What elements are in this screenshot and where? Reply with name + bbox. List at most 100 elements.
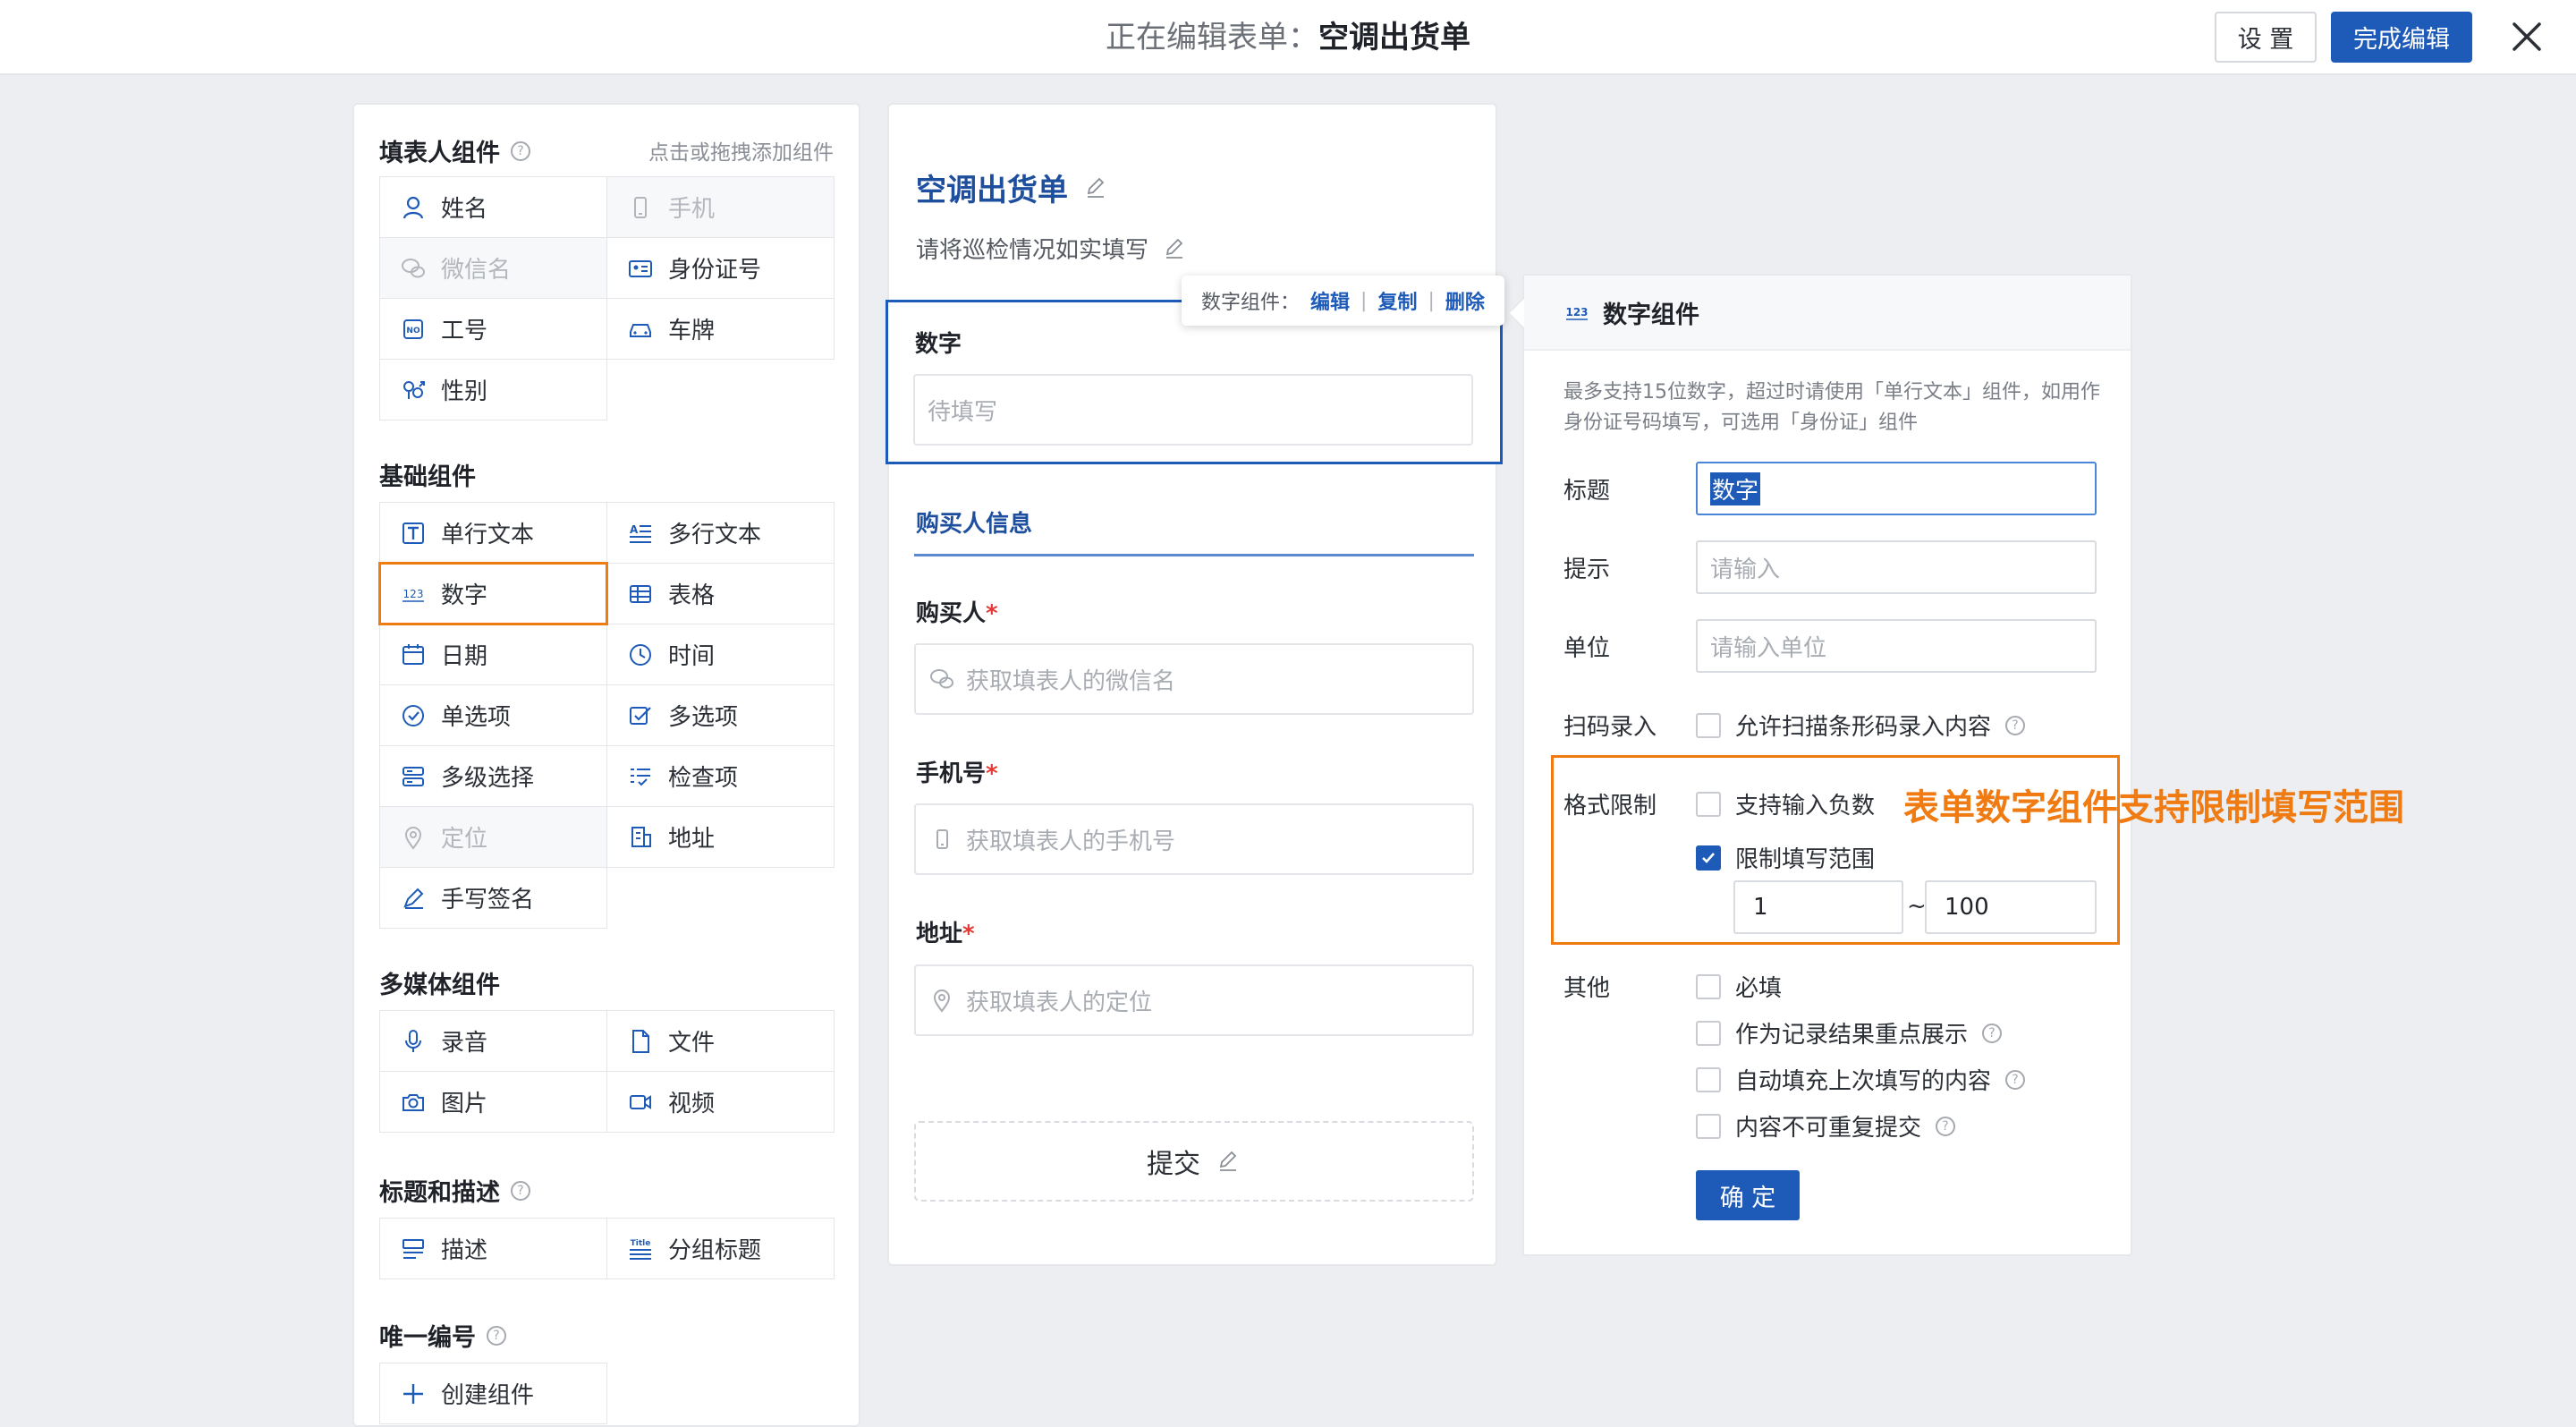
component-label: 定位	[441, 826, 488, 853]
component-label: 分组标题	[668, 1237, 762, 1264]
number-field-selected[interactable]: 数字组件： 编辑 | 复制 | 删除 数字 待填写	[886, 276, 1504, 464]
other-prop-label: 其他	[1563, 975, 1611, 1002]
settings-button[interactable]: 设 置	[2215, 12, 2317, 63]
copy-field-link[interactable]: 复制	[1377, 286, 1417, 315]
top-bar: 正在编辑表单：空调出货单 设 置 完成编辑	[0, 0, 2576, 75]
component-label: 单选项	[441, 704, 512, 731]
palette-hint: 点击或拖拽添加组件	[648, 141, 834, 165]
component-single-line-text[interactable]: 单行文本	[379, 502, 607, 564]
number-field-input[interactable]: 待填写	[913, 374, 1473, 446]
autofill-checkbox[interactable]	[1696, 1066, 1721, 1092]
scan-checkbox[interactable]	[1696, 712, 1721, 738]
component-group-title[interactable]: Title 分组标题	[606, 1218, 835, 1279]
required-checkbox[interactable]	[1696, 973, 1721, 999]
component-label: 姓名	[441, 196, 488, 223]
component-gender[interactable]: 性别	[379, 359, 607, 420]
unit-prop-label: 单位	[1563, 635, 1611, 662]
highlight-option[interactable]: 作为记录结果重点展示 ?	[1696, 1016, 2003, 1049]
form-title[interactable]: 空调出货单	[916, 166, 1109, 209]
properties-note: 最多支持15位数字，超过时请使用「单行文本」组件，如用作身份证号码填写，可选用「…	[1563, 381, 2100, 434]
required-mark: *	[986, 600, 998, 627]
unique-option[interactable]: 内容不可重复提交 ?	[1696, 1109, 1956, 1142]
delete-field-link[interactable]: 删除	[1445, 286, 1485, 315]
title-prop-input[interactable]: 数字	[1696, 462, 2097, 515]
required-option[interactable]: 必填	[1696, 970, 1782, 1003]
buyer-field-input[interactable]: 获取填表人的微信名	[914, 643, 1474, 715]
hint-prop-label: 提示	[1563, 556, 1611, 583]
component-location[interactable]: 定位	[379, 806, 607, 868]
hint-prop-input[interactable]: 请输入	[1696, 540, 2097, 594]
component-date[interactable]: 日期	[379, 624, 607, 685]
component-description[interactable]: 描述	[379, 1218, 607, 1279]
component-video[interactable]: 视频	[606, 1071, 835, 1133]
component-multi-line-text[interactable]: A 多行文本	[606, 502, 835, 564]
help-icon[interactable]: ?	[2005, 715, 2026, 735]
component-employee-id[interactable]: NO 工号	[379, 298, 607, 360]
component-create[interactable]: 创建组件	[379, 1363, 607, 1424]
id-card-icon	[627, 255, 654, 282]
help-icon[interactable]: ?	[511, 140, 530, 161]
basic-components-grid: 单行文本 A 多行文本 123 数字 表格 日期 时间 单选项 多选项 多级选择…	[378, 502, 835, 929]
buyer-label-text: 购买人	[916, 600, 987, 627]
close-icon[interactable]	[2504, 14, 2549, 59]
address-field-input[interactable]: 获取填表人的定位	[914, 964, 1474, 1036]
component-number[interactable]: 123 数字	[378, 562, 608, 625]
calendar-icon	[400, 641, 427, 668]
component-phone[interactable]: 手机	[606, 176, 835, 238]
component-license-plate[interactable]: 车牌	[606, 298, 835, 360]
component-label: 图片	[441, 1091, 488, 1117]
component-table[interactable]: 表格	[606, 563, 835, 624]
component-address[interactable]: 地址	[606, 806, 835, 868]
form-name: 空调出货单	[1318, 20, 1470, 55]
unit-prop-input[interactable]: 请输入单位	[1696, 619, 2097, 673]
component-name[interactable]: 姓名	[379, 176, 607, 238]
help-icon[interactable]: ?	[2005, 1069, 2026, 1090]
group-title: 购买人信息	[916, 511, 1033, 538]
phone-field-placeholder: 获取填表人的手机号	[966, 828, 1176, 855]
toolbar-separator: |	[1360, 289, 1368, 312]
component-cascade[interactable]: 多级选择	[379, 745, 607, 807]
multiline-text-icon: A	[627, 520, 654, 547]
submit-button-area[interactable]: 提交	[914, 1121, 1474, 1202]
component-label: 录音	[441, 1030, 488, 1057]
highlight-option-label: 作为记录结果重点展示	[1735, 1022, 1969, 1049]
autofill-option-label: 自动填充上次填写的内容	[1735, 1068, 1992, 1095]
edit-icon[interactable]	[1161, 235, 1188, 262]
component-checklist[interactable]: 检查项	[606, 745, 835, 807]
component-image[interactable]: 图片	[379, 1071, 607, 1133]
component-time[interactable]: 时间	[606, 624, 835, 685]
component-multi-choice[interactable]: 多选项	[606, 684, 835, 746]
autofill-option[interactable]: 自动填充上次填写的内容 ?	[1696, 1063, 2026, 1096]
car-icon	[627, 316, 654, 343]
component-file[interactable]: 文件	[606, 1010, 835, 1072]
table-icon	[627, 581, 654, 607]
help-icon[interactable]: ?	[487, 1325, 506, 1346]
component-wechat[interactable]: 微信名	[379, 237, 607, 299]
edit-icon[interactable]	[1082, 174, 1109, 201]
help-icon[interactable]: ?	[511, 1180, 530, 1201]
confirm-button[interactable]: 确 定	[1696, 1170, 1800, 1220]
help-icon[interactable]: ?	[1982, 1023, 2003, 1043]
edit-icon[interactable]	[1215, 1148, 1241, 1175]
phone-field-input[interactable]: 获取填表人的手机号	[914, 803, 1474, 875]
scan-option[interactable]: 允许扫描条形码录入内容 ?	[1696, 709, 2026, 742]
video-icon	[627, 1089, 654, 1116]
editing-prefix: 正在编辑表单：	[1106, 20, 1318, 55]
edit-field-link[interactable]: 编辑	[1310, 286, 1350, 315]
component-label: 视频	[668, 1091, 716, 1117]
unique-checkbox[interactable]	[1696, 1113, 1721, 1139]
svg-text:123: 123	[403, 588, 424, 600]
component-id-card[interactable]: 身份证号	[606, 237, 835, 299]
help-icon[interactable]: ?	[1936, 1116, 1956, 1136]
number-field-placeholder: 待填写	[928, 398, 998, 426]
pen-icon	[400, 885, 427, 912]
component-signature[interactable]: 手写签名	[379, 867, 607, 929]
highlight-checkbox[interactable]	[1696, 1020, 1721, 1046]
filler-section-title: 填表人组件 ?	[379, 133, 530, 168]
media-components-grid: 录音 文件 图片 视频	[379, 1010, 835, 1133]
form-description[interactable]: 请将巡检情况如实填写	[916, 232, 1188, 265]
finish-editing-button[interactable]: 完成编辑	[2331, 12, 2472, 63]
checklist-icon	[627, 763, 654, 790]
component-single-choice[interactable]: 单选项	[379, 684, 607, 746]
component-audio[interactable]: 录音	[379, 1010, 607, 1072]
